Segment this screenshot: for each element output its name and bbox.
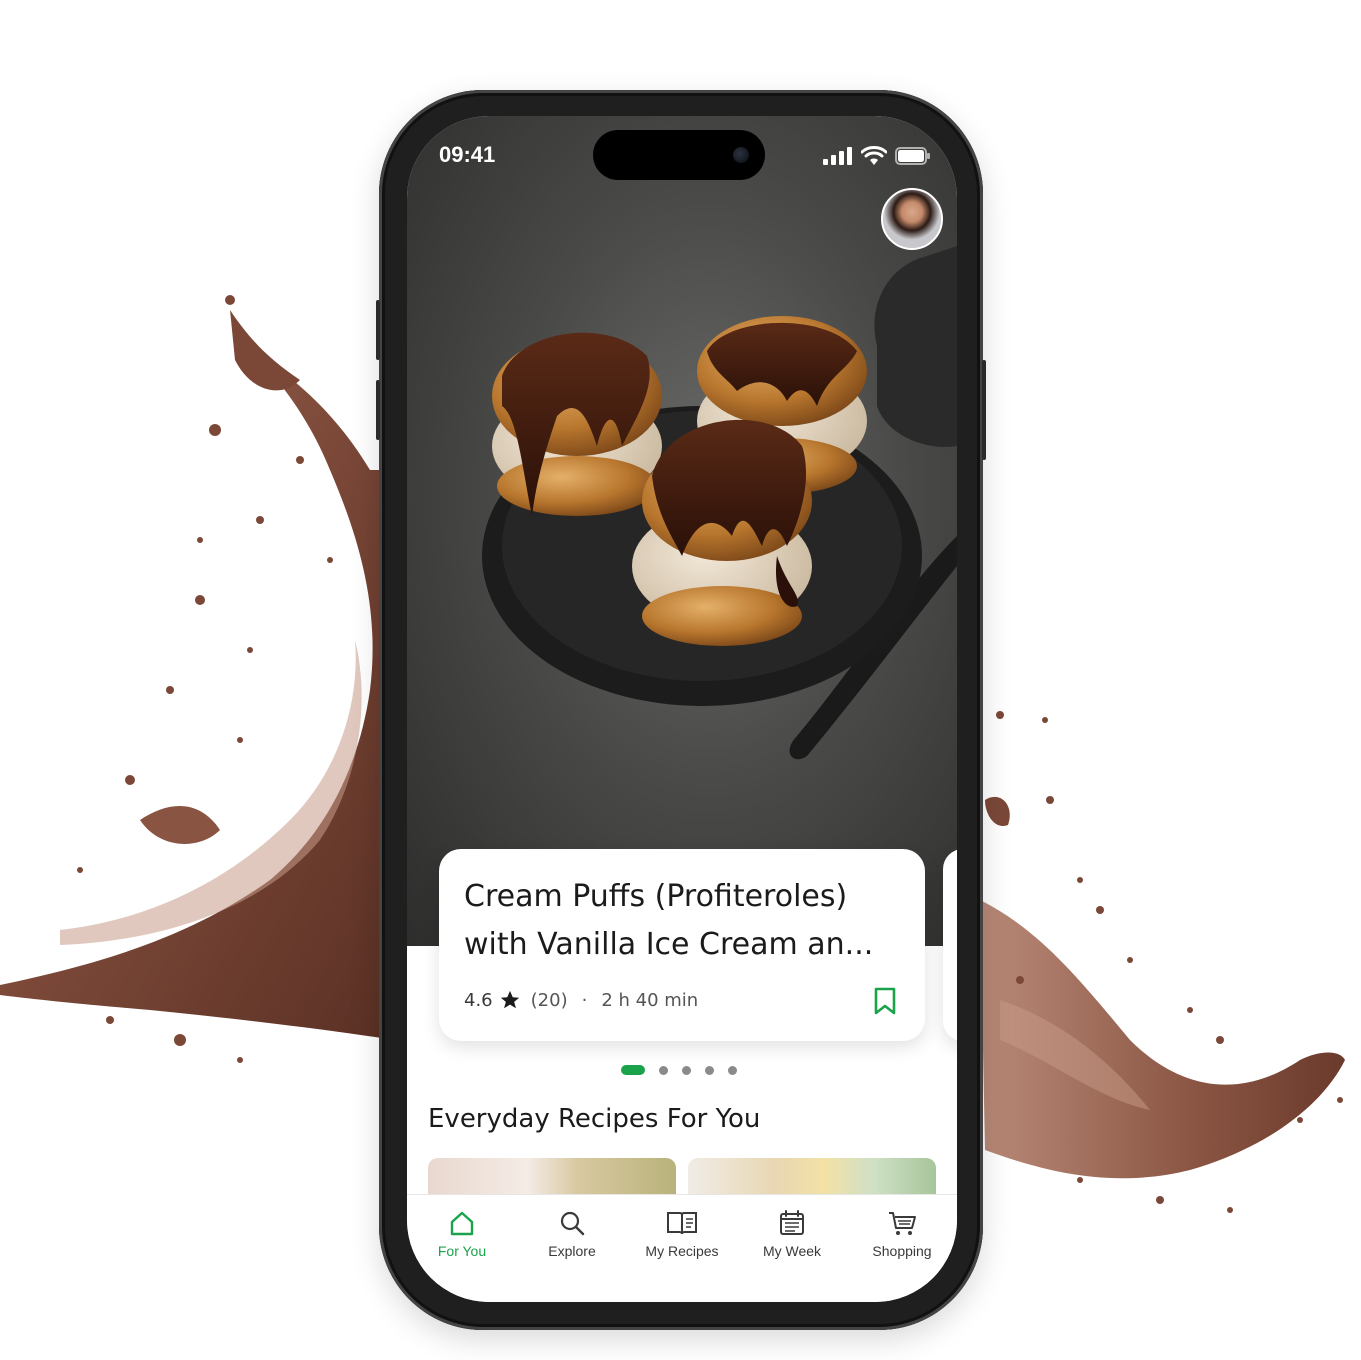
search-icon xyxy=(560,1211,585,1236)
status-time: 09:41 xyxy=(439,142,496,167)
meta-separator: · xyxy=(581,989,588,1011)
phone-side-button xyxy=(376,300,380,360)
tab-explore[interactable]: Explore xyxy=(517,1195,627,1302)
pagination-dot[interactable] xyxy=(659,1065,668,1075)
pagination-dot[interactable] xyxy=(728,1065,737,1075)
recipe-meta: 4.6 (20) · 2 h 40 min xyxy=(464,989,698,1011)
tab-label: Explore xyxy=(548,1243,596,1259)
tab-my-recipes[interactable]: My Recipes xyxy=(627,1195,737,1302)
phone-side-button xyxy=(982,360,986,460)
pagination-dot-active[interactable] xyxy=(621,1065,645,1075)
wifi-icon xyxy=(861,146,887,165)
tab-label: For You xyxy=(437,1243,487,1259)
dynamic-island xyxy=(593,130,765,180)
tab-for-you[interactable]: For You xyxy=(407,1195,517,1302)
recipe-card[interactable]: Cream Puffs (Profiteroles) with Vanilla … xyxy=(439,849,925,1041)
pagination-dot[interactable] xyxy=(705,1065,714,1075)
bookmark-icon[interactable] xyxy=(873,987,897,1015)
recipe-review-count: (20) xyxy=(530,989,568,1011)
tab-shopping[interactable]: Shopping xyxy=(847,1195,957,1302)
profile-avatar[interactable] xyxy=(881,188,943,250)
phone-screen: 09:41 Cream Puffs (Profiteroles) with Va… xyxy=(407,116,957,1302)
carousel-pagination xyxy=(621,1065,737,1075)
recipe-thumbnail[interactable] xyxy=(688,1158,936,1198)
recipe-duration: 2 h 40 min xyxy=(601,989,699,1011)
bottom-tab-bar: For You Explore My Recipes My Week Shopp… xyxy=(407,1194,957,1302)
tab-label: My Recipes xyxy=(645,1243,719,1259)
status-bar: 09:41 xyxy=(407,116,957,196)
signal-icon xyxy=(823,147,852,165)
tab-label: My Week xyxy=(762,1243,822,1259)
home-icon xyxy=(450,1211,474,1236)
recipe-thumbnail[interactable] xyxy=(428,1158,676,1198)
phone-side-button xyxy=(376,380,380,440)
cart-icon xyxy=(889,1212,916,1235)
profiteroles-photo xyxy=(482,246,957,760)
section-title: Everyday Recipes For You xyxy=(428,1104,761,1134)
tab-my-week[interactable]: My Week xyxy=(737,1195,847,1302)
star-icon xyxy=(500,990,519,1009)
calendar-icon xyxy=(780,1210,804,1235)
hero-recipe-image[interactable] xyxy=(407,116,957,946)
next-recipe-card-peek[interactable] xyxy=(943,849,957,1041)
battery-icon xyxy=(895,147,930,165)
recipe-title: Cream Puffs (Profiteroles) with Vanilla … xyxy=(464,879,874,962)
tab-label: Shopping xyxy=(872,1243,932,1259)
recipe-rating: 4.6 xyxy=(464,989,493,1011)
status-icons xyxy=(823,146,931,166)
book-icon xyxy=(667,1212,697,1235)
pagination-dot[interactable] xyxy=(682,1065,691,1075)
